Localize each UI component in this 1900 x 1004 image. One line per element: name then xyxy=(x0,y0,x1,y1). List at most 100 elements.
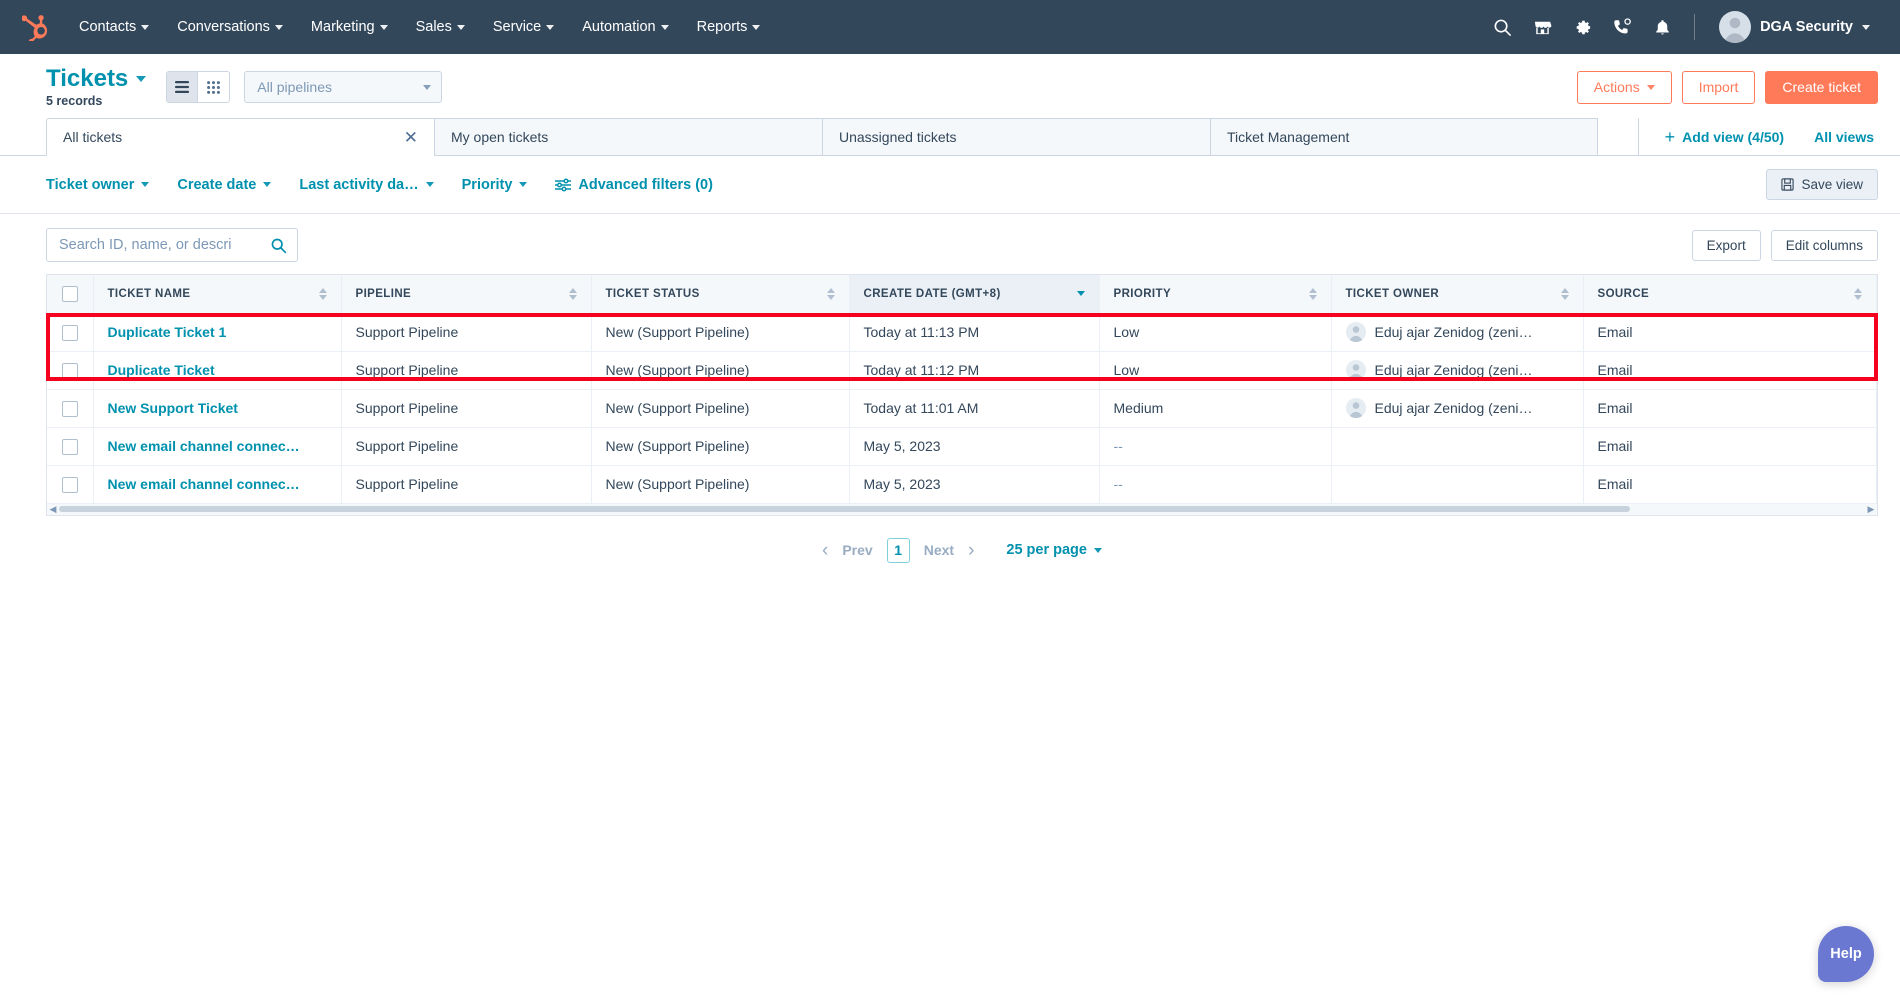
sort-icon-descending[interactable] xyxy=(1076,291,1085,297)
nav-item-reports[interactable]: Reports xyxy=(684,11,774,43)
pipeline-filter-dropdown[interactable]: All pipelines xyxy=(244,71,443,104)
import-button[interactable]: Import xyxy=(1681,70,1756,104)
owner-name: Eduj ajar Zenidog (zeni… xyxy=(1374,324,1533,341)
ticket-name-link[interactable]: New email channel connec… xyxy=(108,438,327,454)
column-header-ticket-owner[interactable]: TICKET OWNER xyxy=(1331,275,1584,314)
search-input[interactable] xyxy=(59,237,270,254)
help-button[interactable]: Help xyxy=(1818,926,1874,982)
phone-call-icon[interactable] xyxy=(1604,9,1640,45)
cell-pipeline: Support Pipeline xyxy=(341,351,592,390)
all-views-button[interactable]: All views xyxy=(1814,129,1874,145)
column-label: PRIORITY xyxy=(1113,287,1172,300)
add-view-button[interactable]: + Add view (4/50) xyxy=(1665,128,1784,146)
sort-icon[interactable] xyxy=(1308,287,1317,300)
filter-ticket-owner[interactable]: Ticket owner xyxy=(46,176,150,193)
chevron-down-icon xyxy=(1093,547,1102,553)
table-row[interactable]: Duplicate Ticket 1 Support Pipeline New … xyxy=(47,313,1877,352)
marketplace-icon[interactable] xyxy=(1524,9,1560,45)
scroll-right-arrow[interactable]: ▶ xyxy=(1865,504,1877,515)
nav-item-service[interactable]: Service xyxy=(480,11,567,43)
prev-page-button[interactable]: Prev xyxy=(842,542,872,558)
row-checkbox[interactable] xyxy=(61,438,78,455)
column-header-ticket-name[interactable]: TICKET NAME xyxy=(93,275,342,314)
row-checkbox[interactable] xyxy=(61,362,78,379)
table-row[interactable]: New email channel connec… Support Pipeli… xyxy=(47,427,1877,466)
row-checkbox[interactable] xyxy=(61,476,78,493)
horizontal-scrollbar[interactable]: ◀ ▶ xyxy=(46,503,1878,516)
column-label: SOURCE xyxy=(1597,287,1650,300)
column-header-pipeline[interactable]: PIPELINE xyxy=(341,275,592,314)
sort-icon[interactable] xyxy=(1560,287,1569,300)
owner-avatar-icon xyxy=(1345,360,1366,381)
close-icon[interactable]: ✕ xyxy=(404,129,418,146)
scrollbar-track[interactable] xyxy=(59,506,1865,513)
column-header-priority[interactable]: PRIORITY xyxy=(1099,275,1332,314)
filter-label: Priority xyxy=(461,176,513,193)
sort-icon[interactable] xyxy=(826,287,835,300)
advanced-filters-button[interactable]: Advanced filters (0) xyxy=(555,177,713,193)
save-view-button[interactable]: Save view xyxy=(1766,169,1878,201)
ticket-name-link[interactable]: Duplicate Ticket xyxy=(108,362,327,378)
edit-columns-button[interactable]: Edit columns xyxy=(1770,229,1878,261)
prev-chevron-icon[interactable]: ‹ xyxy=(822,541,828,560)
row-checkbox[interactable] xyxy=(61,324,78,341)
tab-ticket-management[interactable]: Ticket Management xyxy=(1210,118,1598,156)
search-icon[interactable] xyxy=(270,237,287,254)
filter-priority[interactable]: Priority xyxy=(462,177,528,193)
next-chevron-icon[interactable]: › xyxy=(968,541,974,560)
per-page-dropdown[interactable]: 25 per page xyxy=(1006,542,1102,558)
notifications-bell-icon[interactable] xyxy=(1644,9,1680,45)
tab-my-open-tickets[interactable]: My open tickets xyxy=(434,118,822,156)
column-header-create-date[interactable]: CREATE DATE (GMT+8) xyxy=(849,275,1100,314)
nav-item-contacts[interactable]: Contacts xyxy=(66,11,162,43)
hubspot-logo-icon[interactable] xyxy=(14,10,56,44)
chevron-down-icon xyxy=(423,84,432,90)
nav-item-conversations[interactable]: Conversations xyxy=(164,11,296,43)
tab-unassigned-tickets[interactable]: Unassigned tickets xyxy=(822,118,1210,156)
table-row[interactable]: Duplicate Ticket Support Pipeline New (S… xyxy=(47,351,1877,390)
table-row[interactable]: New Support Ticket Support Pipeline New … xyxy=(47,389,1877,428)
table-row[interactable]: New email channel connec… Support Pipeli… xyxy=(47,465,1877,504)
nav-item-automation[interactable]: Automation xyxy=(569,11,681,43)
nav-item-marketing[interactable]: Marketing xyxy=(298,11,401,43)
column-header-ticket-status[interactable]: TICKET STATUS xyxy=(591,275,850,314)
nav-item-sales[interactable]: Sales xyxy=(403,11,478,43)
filter-label: Ticket owner xyxy=(46,176,135,193)
cell-ticket-status: New (Support Pipeline) xyxy=(591,465,850,504)
page-number-1[interactable]: 1 xyxy=(886,537,910,563)
cell-ticket-owner: Eduj ajar Zenidog (zeni… xyxy=(1331,313,1584,352)
filter-last-activity-date[interactable]: Last activity da… xyxy=(299,177,434,193)
ticket-name-link[interactable]: Duplicate Ticket 1 xyxy=(108,324,327,340)
table-header-row: TICKET NAME PIPELINE TICKET STATUS CREAT… xyxy=(47,275,1877,314)
sort-icon[interactable] xyxy=(318,287,327,300)
scrollbar-thumb[interactable] xyxy=(59,506,1631,513)
search-box[interactable] xyxy=(46,228,298,263)
actions-button[interactable]: Actions xyxy=(1576,70,1672,104)
grid-view-icon[interactable] xyxy=(198,72,230,103)
settings-gear-icon[interactable] xyxy=(1564,9,1600,45)
tab-all-tickets[interactable]: All tickets ✕ xyxy=(46,118,434,157)
ticket-name-link[interactable]: New email channel connec… xyxy=(108,476,327,492)
save-disk-icon xyxy=(1781,178,1795,191)
scroll-left-arrow[interactable]: ◀ xyxy=(47,504,59,515)
row-checkbox[interactable] xyxy=(61,400,78,417)
next-page-button[interactable]: Next xyxy=(924,542,954,558)
list-view-icon[interactable] xyxy=(167,72,199,103)
nav-utility-icons: DGA Security xyxy=(1484,7,1878,47)
sort-icon[interactable] xyxy=(1854,287,1862,300)
title-block: Tickets 5 records xyxy=(46,66,147,108)
column-header-source[interactable]: SOURCE xyxy=(1583,275,1877,314)
cell-ticket-name: Duplicate Ticket xyxy=(93,351,342,390)
create-ticket-button[interactable]: Create ticket xyxy=(1765,70,1878,104)
page-title[interactable]: Tickets xyxy=(46,66,147,91)
account-menu[interactable]: DGA Security xyxy=(1711,7,1878,47)
export-button[interactable]: Export xyxy=(1691,229,1761,261)
filter-create-date[interactable]: Create date xyxy=(177,177,272,193)
ticket-name-link[interactable]: New Support Ticket xyxy=(108,400,327,416)
search-icon[interactable] xyxy=(1484,9,1520,45)
sort-icon[interactable] xyxy=(568,287,577,300)
tab-label: All tickets xyxy=(63,129,123,146)
select-all-checkbox[interactable] xyxy=(61,285,78,302)
column-label: TICKET NAME xyxy=(107,287,191,300)
cell-pipeline: Support Pipeline xyxy=(341,389,592,428)
